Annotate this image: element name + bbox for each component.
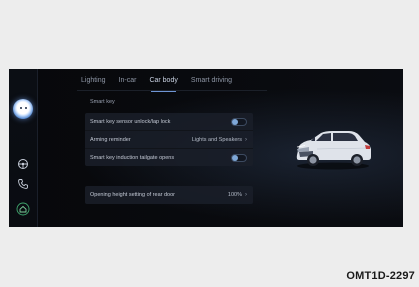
tailgate-height-value[interactable]: 100% › <box>228 192 247 198</box>
chevron-right-icon: › <box>245 136 247 143</box>
figure-code: OMT1D-2297 <box>346 270 415 282</box>
infotainment-screen: Lighting In-car Car body Smart driving S… <box>9 69 403 227</box>
car-illustration <box>296 131 371 170</box>
row-sensor-unlock[interactable]: Smart key sensor unlock/lap lock <box>85 113 253 131</box>
home-icon[interactable] <box>16 202 30 216</box>
tab-in-car[interactable]: In-car <box>119 77 137 91</box>
phone-icon[interactable] <box>16 177 30 191</box>
chevron-right-icon: › <box>245 192 247 198</box>
row-label: Smart key sensor unlock/lap lock <box>90 118 171 125</box>
section-title-smart-key: Smart key <box>90 99 115 105</box>
tab-smart-driving[interactable]: Smart driving <box>191 77 232 91</box>
row-label: Opening height setting of rear door <box>90 192 176 198</box>
manual-figure: Lighting In-car Car body Smart driving S… <box>0 0 419 287</box>
induction-tailgate-toggle[interactable] <box>231 153 247 162</box>
sensor-unlock-toggle[interactable] <box>231 117 247 126</box>
tab-divider <box>77 90 267 91</box>
row-tailgate-height[interactable]: Opening height setting of rear door 100%… <box>85 186 253 204</box>
arming-reminder-value[interactable]: Lights and Speakers › <box>192 137 247 143</box>
tailgate-panel: Opening height setting of rear door 100%… <box>85 186 253 204</box>
value-text: Lights and Speakers <box>191 136 242 143</box>
sidebar <box>9 69 38 227</box>
toggle-knob <box>232 154 238 161</box>
avatar-eye-left <box>19 107 22 110</box>
row-arming-reminder[interactable]: Arming reminder Lights and Speakers › <box>85 131 253 149</box>
steering-icon[interactable] <box>16 157 30 171</box>
value-text: 100% <box>227 192 242 198</box>
smart-key-panel: Smart key sensor unlock/lap lock Arming … <box>85 113 253 166</box>
toggle-knob <box>232 118 238 125</box>
assistant-avatar-icon[interactable] <box>13 99 33 119</box>
row-induction-tailgate[interactable]: Smart key induction tailgate opens <box>85 149 253 166</box>
tab-bar: Lighting In-car Car body Smart driving <box>81 77 232 92</box>
tab-car-body[interactable]: Car body <box>149 77 178 92</box>
tab-lighting[interactable]: Lighting <box>81 77 106 91</box>
row-label: Smart key induction tailgate opens <box>90 154 175 161</box>
row-label: Arming reminder <box>90 136 131 143</box>
avatar-eye-right <box>24 107 27 110</box>
